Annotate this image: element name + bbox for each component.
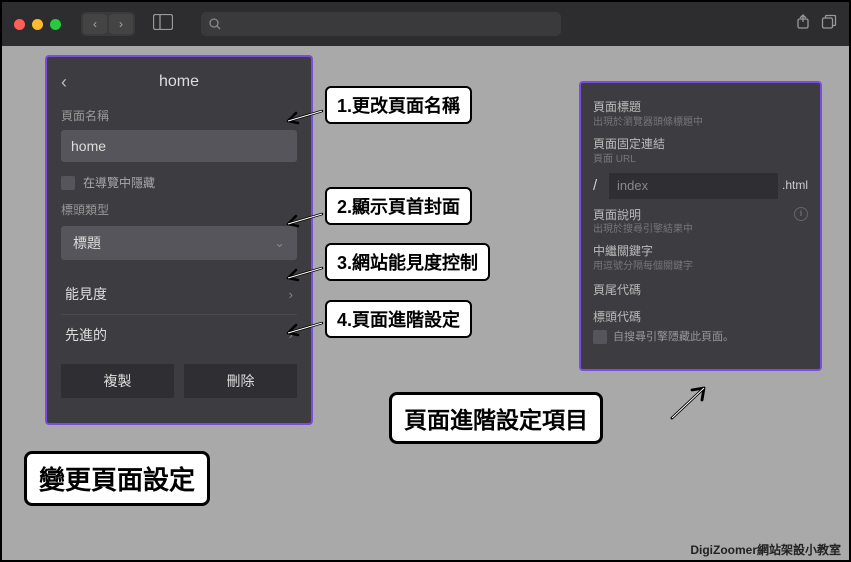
page-name-input[interactable]: home (61, 130, 297, 162)
callout-1: 1.更改頁面名稱 (325, 86, 472, 124)
left-big-label: 變更頁面設定 (24, 451, 210, 506)
close-window-button[interactable] (14, 19, 25, 30)
header-type-select[interactable]: 標題 ⌄ (61, 226, 297, 260)
footer-credit: DigiZoomer網站架設小教室 (690, 541, 841, 558)
chevron-down-icon: ⌄ (274, 235, 285, 251)
header-type-label: 標頭類型 (61, 201, 297, 218)
fullscreen-window-button[interactable] (50, 19, 61, 30)
permalink-label: 頁面固定連結 (593, 136, 808, 153)
back-button[interactable]: ‹ (83, 14, 107, 34)
share-icon[interactable] (795, 14, 811, 35)
page-settings-panel: ‹ home 頁面名稱 home 在導覽中隱藏 標頭類型 標題 ⌄ 能見度 › … (45, 55, 313, 425)
sidebar-toggle-icon[interactable] (153, 14, 173, 35)
visibility-row[interactable]: 能見度 › (61, 274, 297, 314)
nav-group: ‹ › (81, 12, 135, 36)
url-slash: / (593, 175, 605, 196)
url-input[interactable]: index (609, 173, 778, 199)
footer-code-label: 頁尾代碼 (593, 282, 808, 299)
permalink-hint: 頁面 URL (593, 153, 808, 167)
right-big-label: 頁面進階設定項目 (389, 392, 603, 444)
window-titlebar: ‹ › (2, 2, 849, 46)
advanced-settings-panel: 頁面標題 出現於瀏覽器頭條標題中 頁面固定連結 頁面 URL / index .… (579, 81, 822, 371)
hide-from-search-checkbox[interactable]: 自搜尋引擎隱藏此頁面。 (593, 330, 808, 345)
arrow-icon (664, 382, 714, 422)
info-icon[interactable]: i (794, 207, 808, 221)
page-name-label: 頁面名稱 (61, 107, 297, 124)
panel-title: home (81, 73, 297, 91)
address-search-bar[interactable] (201, 12, 561, 36)
callout-2: 2.顯示頁首封面 (325, 187, 472, 225)
duplicate-button[interactable]: 複製 (61, 364, 174, 398)
callout-4: 4.頁面進階設定 (325, 300, 472, 338)
page-title-hint: 出現於瀏覽器頭條標題中 (593, 116, 808, 130)
description-label: 頁面說明 i (593, 207, 808, 224)
page-title-label: 頁面標題 (593, 99, 808, 116)
url-extension: .html (782, 177, 808, 194)
delete-button[interactable]: 刪除 (184, 364, 297, 398)
minimize-window-button[interactable] (32, 19, 43, 30)
forward-button[interactable]: › (109, 14, 133, 34)
checkbox-icon (593, 330, 607, 344)
chevron-right-icon: › (289, 287, 293, 302)
advanced-row[interactable]: 先進的 › (61, 314, 297, 354)
search-icon (209, 18, 221, 30)
keywords-hint: 用逗號分隔每個關鍵字 (593, 260, 808, 274)
tabs-icon[interactable] (821, 14, 837, 35)
panel-back-button[interactable]: ‹ (61, 72, 81, 93)
checkbox-icon (61, 176, 75, 190)
hide-in-nav-checkbox[interactable]: 在導覽中隱藏 (61, 174, 297, 191)
header-code-label: 標頭代碼 (593, 309, 808, 326)
traffic-lights (14, 19, 61, 30)
callout-3: 3.網站能見度控制 (325, 243, 490, 281)
chevron-right-icon: › (289, 327, 293, 342)
keywords-label: 中繼關鍵字 (593, 243, 808, 260)
description-hint: 出現於搜尋引擎結果中 (593, 223, 808, 237)
